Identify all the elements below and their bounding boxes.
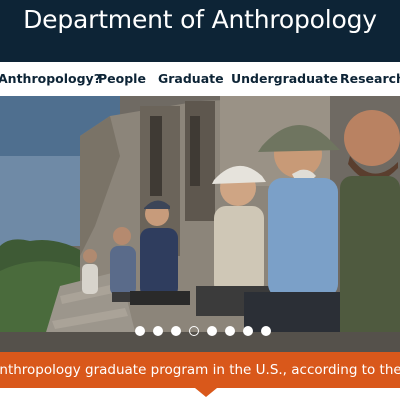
nav-item-undergraduate[interactable]: Undergraduate bbox=[231, 62, 338, 96]
slide-dot-5[interactable] bbox=[207, 326, 217, 336]
slide-dot-1[interactable] bbox=[135, 326, 145, 336]
slide-dot-3[interactable] bbox=[171, 326, 181, 336]
nav-item-graduate[interactable]: Graduate bbox=[158, 62, 224, 96]
slide-indicators bbox=[0, 326, 400, 338]
main-nav: Anthropology? People Graduate Undergradu… bbox=[0, 62, 400, 96]
slide-dot-6[interactable] bbox=[225, 326, 235, 336]
hero-slideshow[interactable] bbox=[0, 96, 400, 352]
hero-photo bbox=[0, 96, 400, 352]
nav-item-what-is-anthropology[interactable]: Anthropology? bbox=[0, 62, 101, 96]
site-title[interactable]: Department of Anthropology bbox=[0, 0, 400, 40]
ranking-banner[interactable]: op anthropology graduate program in the … bbox=[0, 352, 400, 388]
banner-text: op anthropology graduate program in the … bbox=[0, 362, 400, 378]
nav-item-people[interactable]: People bbox=[98, 62, 146, 96]
slide-dot-8[interactable] bbox=[261, 326, 271, 336]
banner-pointer-icon bbox=[195, 388, 217, 397]
site-header: Department of Anthropology bbox=[0, 0, 400, 62]
slide-dot-7[interactable] bbox=[243, 326, 253, 336]
nav-item-research[interactable]: Research bbox=[340, 62, 400, 96]
slide-dot-2[interactable] bbox=[153, 326, 163, 336]
slide-dot-4-active[interactable] bbox=[189, 326, 199, 336]
